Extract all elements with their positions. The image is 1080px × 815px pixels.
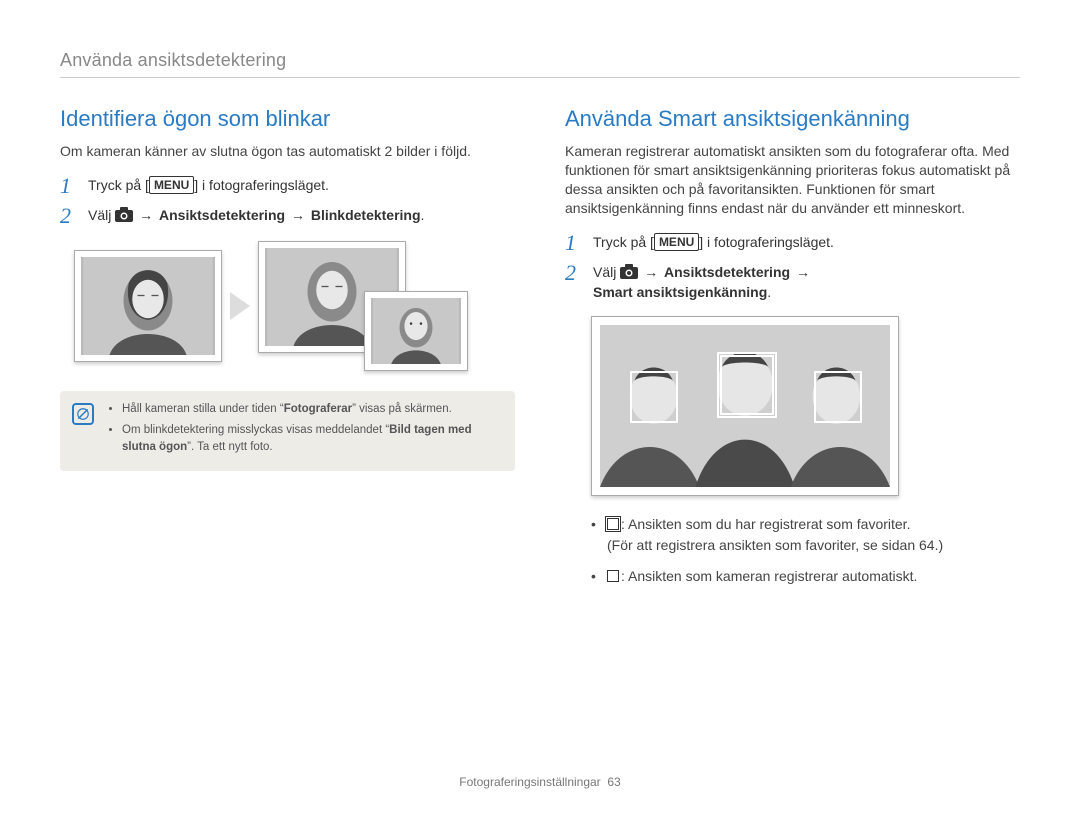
- step-number: 1: [565, 232, 583, 254]
- step-1-left: 1 Tryck på [MENU] i fotograferingsläget.: [60, 175, 515, 197]
- step-2-left: 2 Välj → Ansiktsdetektering → Blinkdetek…: [60, 205, 515, 227]
- step-number: 2: [60, 205, 78, 227]
- double-frame-icon: [607, 518, 619, 530]
- photo-stack-after: [258, 241, 468, 371]
- step-1-right: 1 Tryck på [MENU] i fotograferingsläget.: [565, 232, 1020, 254]
- face-rect-single: [630, 371, 678, 423]
- legend-item-auto: : Ansikten som kameran registrerar autom…: [591, 566, 1020, 587]
- page-footer: Fotograferingsinställningar 63: [0, 775, 1080, 789]
- section-title-blink: Identifiera ögon som blinkar: [60, 106, 515, 132]
- step-2-right: 2 Välj → Ansiktsdetektering → Smart ansi…: [565, 262, 1020, 303]
- face-rect-double: [720, 355, 774, 415]
- illustration-group: [591, 316, 899, 496]
- image-placeholder: [600, 325, 890, 487]
- column-right: Använda Smart ansiktsigenkänning Kameran…: [565, 106, 1020, 597]
- note-item: Om blinkdetektering misslyckas visas med…: [122, 422, 501, 457]
- arrow-right-icon: [230, 292, 250, 320]
- column-left: Identifiera ögon som blinkar Om kameran …: [60, 106, 515, 597]
- camera-icon: [620, 264, 638, 280]
- illustration-blink: [74, 241, 515, 371]
- step-text: Tryck på [MENU] i fotograferingsläget.: [593, 232, 834, 252]
- step-text: Välj → Ansiktsdetektering → Smart ansikt…: [593, 262, 812, 303]
- single-frame-icon: [607, 570, 619, 582]
- face-rect-single: [814, 371, 862, 423]
- note-item: Håll kameran stilla under tiden “Fotogra…: [122, 401, 501, 418]
- note-icon: [72, 403, 94, 425]
- step-text: Tryck på [MENU] i fotograferingsläget.: [88, 175, 329, 195]
- page-header: Använda ansiktsdetektering: [60, 50, 1020, 78]
- camera-icon: [115, 207, 133, 223]
- menu-icon: MENU: [149, 176, 194, 194]
- section-title-smart: Använda Smart ansiktsigenkänning: [565, 106, 1020, 132]
- intro-smart: Kameran registrerar automatiskt ansikten…: [565, 142, 1020, 218]
- note-box: Håll kameran stilla under tiden “Fotogra…: [60, 391, 515, 471]
- image-placeholder: [371, 298, 461, 364]
- step-number: 1: [60, 175, 78, 197]
- menu-icon: MENU: [654, 233, 699, 251]
- step-text: Välj → Ansiktsdetektering → Blinkdetekte…: [88, 205, 424, 225]
- step-number: 2: [565, 262, 583, 284]
- image-placeholder: [81, 257, 215, 355]
- photo-frame-before: [74, 250, 222, 362]
- legend-item-favorite: : Ansikten som du har registrerat som fa…: [591, 514, 1020, 556]
- legend: : Ansikten som du har registrerat som fa…: [565, 514, 1020, 587]
- intro-blink: Om kameran känner av slutna ögon tas aut…: [60, 142, 515, 161]
- photo-frame: [364, 291, 468, 371]
